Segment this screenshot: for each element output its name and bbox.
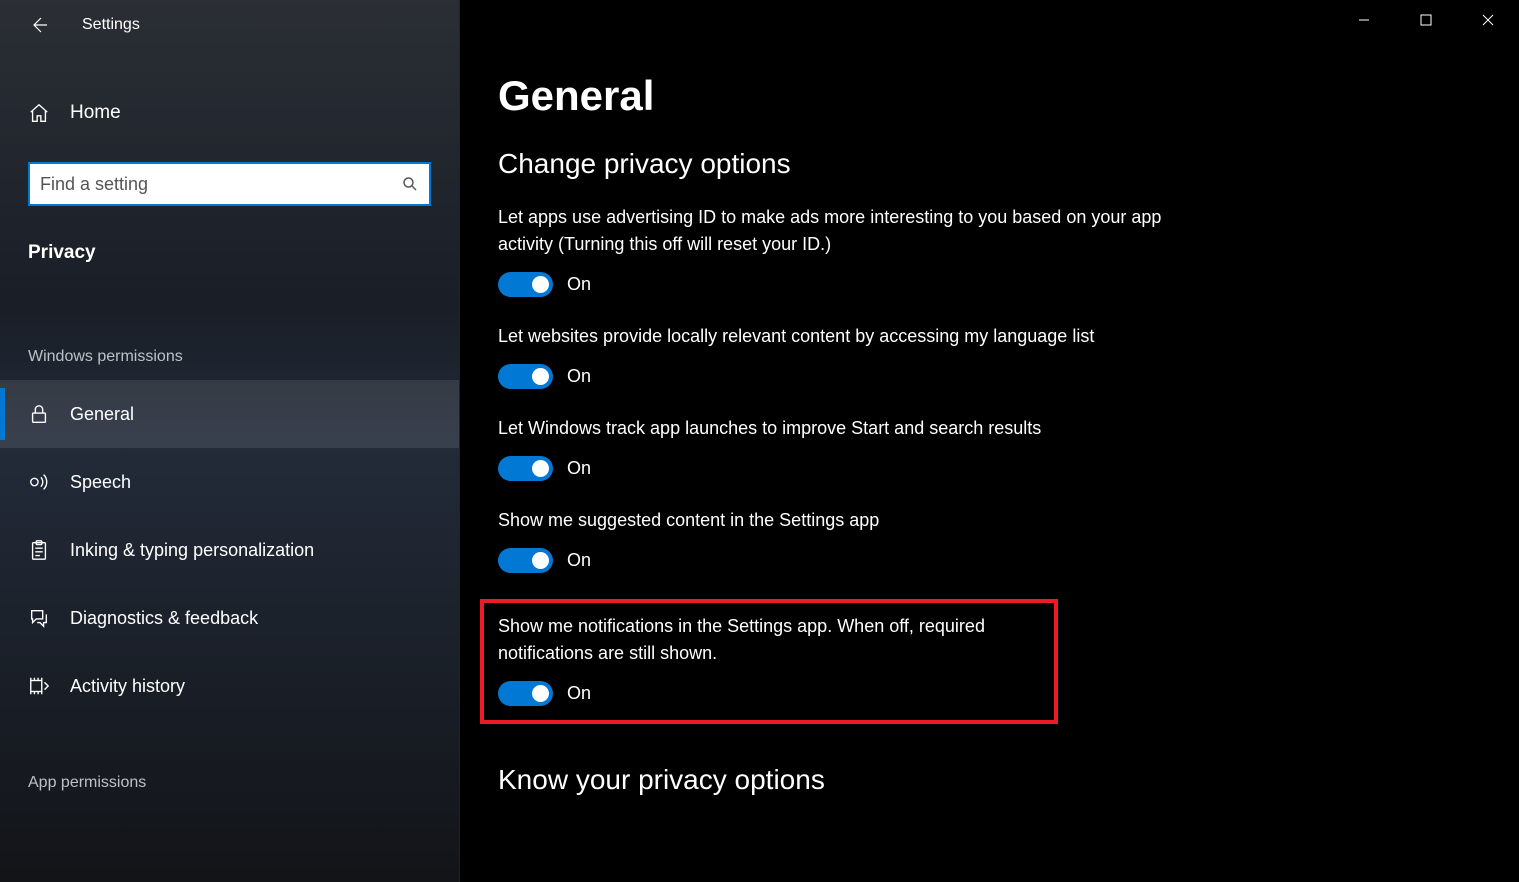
back-arrow-icon: [29, 15, 49, 35]
page-title: General: [498, 72, 1479, 120]
sidebar-item-diagnostics[interactable]: Diagnostics & feedback: [0, 584, 459, 652]
search-container: [0, 162, 459, 206]
minimize-button[interactable]: [1333, 0, 1395, 40]
back-button[interactable]: [28, 14, 50, 36]
setting-language-list: Let websites provide locally relevant co…: [498, 323, 1178, 389]
toggle-state-label: On: [567, 683, 591, 704]
toggle-track-launches[interactable]: [498, 456, 553, 481]
maximize-icon: [1420, 14, 1432, 26]
toggle-state-label: On: [567, 550, 591, 571]
activity-icon: [28, 675, 50, 697]
setting-desc: Let Windows track app launches to improv…: [498, 415, 1178, 442]
highlight-box: Show me notifications in the Settings ap…: [480, 599, 1058, 724]
section-header-windows-permissions: Windows permissions: [0, 348, 459, 366]
speech-icon: [28, 471, 50, 493]
window-title: Settings: [82, 16, 140, 34]
sidebar-item-label: Speech: [70, 472, 131, 493]
home-icon: [28, 102, 50, 124]
setting-desc: Let websites provide locally relevant co…: [498, 323, 1178, 350]
setting-notifications: Show me notifications in the Settings ap…: [498, 613, 1040, 706]
setting-desc: Let apps use advertising ID to make ads …: [498, 204, 1178, 258]
sidebar-item-speech[interactable]: Speech: [0, 448, 459, 516]
toggle-suggested-content[interactable]: [498, 548, 553, 573]
search-icon: [401, 175, 419, 193]
window-controls: [1333, 0, 1519, 40]
toggle-state-label: On: [567, 274, 591, 295]
toggle-notifications[interactable]: [498, 681, 553, 706]
feedback-icon: [28, 607, 50, 629]
setting-desc: Show me notifications in the Settings ap…: [498, 613, 1040, 667]
subhead-change-privacy: Change privacy options: [498, 148, 1479, 180]
sidebar-item-label: General: [70, 404, 134, 425]
sidebar: Settings Home Privacy Windows permission…: [0, 0, 460, 882]
toggle-advertising-id[interactable]: [498, 272, 553, 297]
content-area: General Change privacy options Let apps …: [460, 0, 1519, 882]
toggle-language-list[interactable]: [498, 364, 553, 389]
sidebar-home-label: Home: [70, 102, 121, 124]
sidebar-item-inking[interactable]: Inking & typing personalization: [0, 516, 459, 584]
toggle-state-label: On: [567, 458, 591, 479]
sidebar-item-general[interactable]: General: [0, 380, 459, 448]
sidebar-item-activity[interactable]: Activity history: [0, 652, 459, 720]
clipboard-icon: [28, 539, 50, 561]
minimize-icon: [1358, 14, 1370, 26]
setting-track-launches: Let Windows track app launches to improv…: [498, 415, 1178, 481]
category-label: Privacy: [0, 206, 459, 264]
sidebar-item-label: Activity history: [70, 676, 185, 697]
toggle-state-label: On: [567, 366, 591, 387]
subhead-know-privacy: Know your privacy options: [498, 764, 1479, 796]
maximize-button[interactable]: [1395, 0, 1457, 40]
sidebar-item-label: Inking & typing personalization: [70, 540, 314, 561]
search-input[interactable]: [40, 174, 401, 195]
sidebar-item-label: Diagnostics & feedback: [70, 608, 258, 629]
titlebar: Settings: [0, 0, 459, 50]
close-icon: [1482, 14, 1494, 26]
section-header-app-permissions: App permissions: [0, 774, 459, 792]
setting-advertising-id: Let apps use advertising ID to make ads …: [498, 204, 1178, 297]
setting-suggested-content: Show me suggested content in the Setting…: [498, 507, 1178, 573]
close-button[interactable]: [1457, 0, 1519, 40]
search-box[interactable]: [28, 162, 431, 206]
sidebar-home[interactable]: Home: [0, 84, 459, 142]
setting-desc: Show me suggested content in the Setting…: [498, 507, 1178, 534]
lock-icon: [28, 403, 50, 425]
